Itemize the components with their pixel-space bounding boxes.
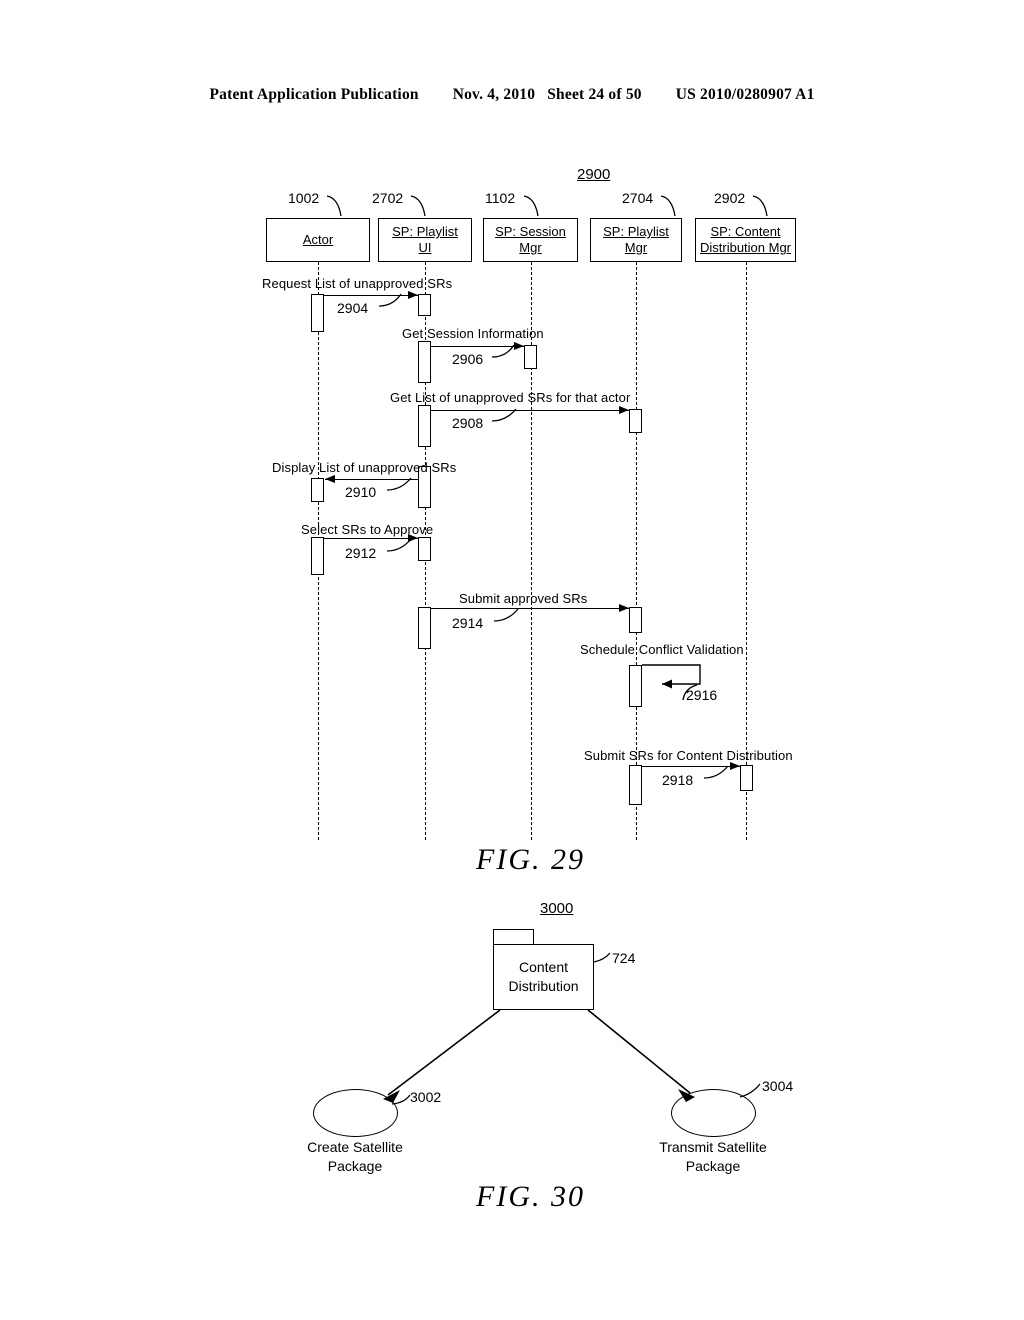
figure-30-caption: FIG. 30 [476, 1180, 585, 1213]
figure-30: 3000 Content Distribution 724 Create Sat… [0, 0, 1024, 1320]
patent-drawing-page: Patent Application Publication Nov. 4, 20… [0, 0, 1024, 1320]
fig30-connectors [383, 952, 761, 1105]
